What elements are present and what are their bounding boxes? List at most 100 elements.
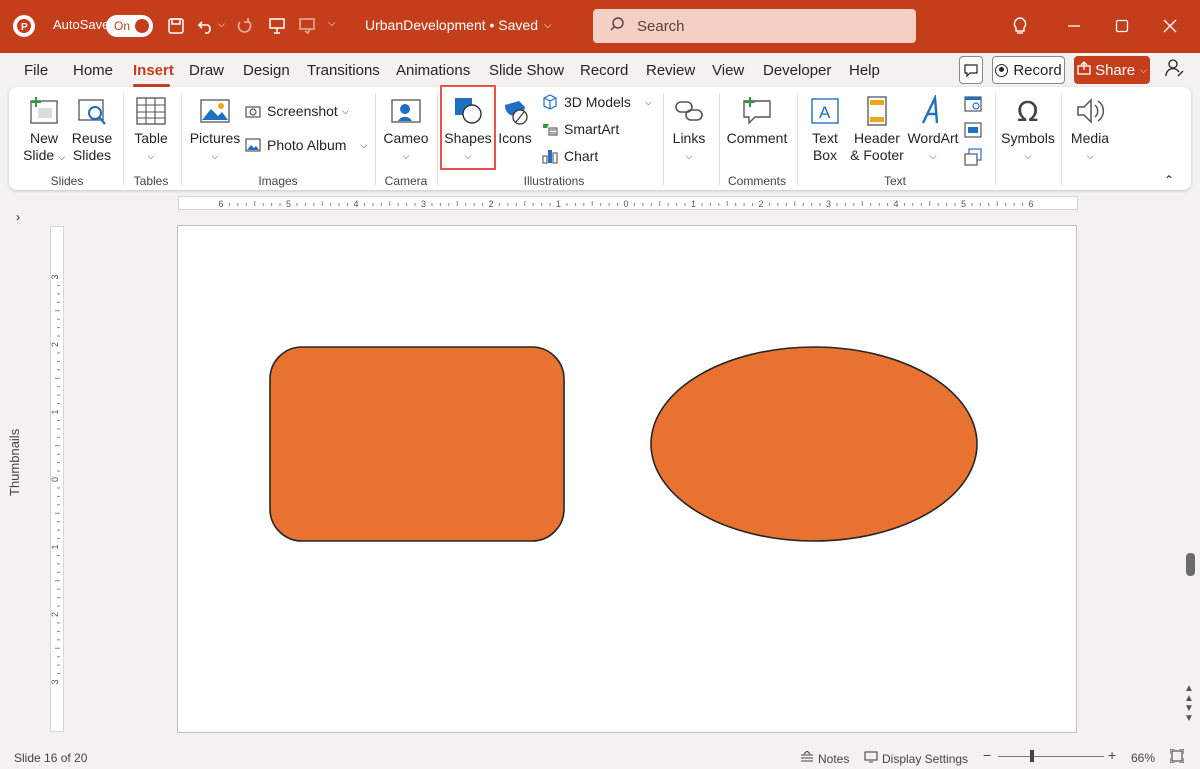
new-slide-button[interactable]: New Slide ⌵ [21, 95, 67, 166]
ruler-label: 2 [51, 612, 60, 617]
previous-slide-icon[interactable]: ▲ ▲ [1184, 684, 1194, 704]
tab-draw[interactable]: Draw [189, 62, 224, 79]
collapse-ribbon-icon[interactable]: ⌃ [1164, 173, 1174, 187]
present-from-current-icon[interactable] [296, 15, 318, 37]
svg-text:A: A [819, 103, 831, 122]
slide-number-icon[interactable] [964, 121, 982, 142]
display-settings-button[interactable]: Display Settings [864, 751, 968, 766]
tab-animations[interactable]: Animations [396, 62, 470, 79]
chevron-down-icon: ⌵ [360, 139, 368, 150]
zoom-out-icon[interactable]: − [983, 747, 991, 763]
ruler-label: 1 [556, 199, 561, 209]
notes-button[interactable]: Notes [800, 750, 849, 766]
pictures-label: Pictures [189, 130, 241, 146]
table-button[interactable]: Table ⌵ [131, 95, 171, 165]
present-from-beginning-icon[interactable] [266, 15, 288, 37]
chart-button[interactable]: Chart [542, 148, 598, 164]
group-label-images: Images [258, 174, 298, 188]
record-button[interactable]: Record [992, 56, 1065, 84]
vertical-ruler-ticks: 3 2 1 0 1 2 3 [50, 274, 60, 685]
chevron-down-icon: ⌵ [544, 19, 552, 31]
chevron-down-icon: ⌵ [644, 96, 652, 107]
tab-record[interactable]: Record [580, 62, 628, 79]
zoom-slider-thumb[interactable] [1030, 750, 1034, 762]
maximize-icon[interactable] [1112, 16, 1132, 36]
group-divider [719, 93, 720, 185]
chevron-down-icon: ⌵ [929, 151, 937, 161]
media-button[interactable]: Media ⌵ [1067, 95, 1113, 165]
slide-canvas[interactable] [177, 225, 1077, 733]
minimize-icon[interactable] [1064, 16, 1084, 36]
reuse-slides-button[interactable]: Reuse Slides [69, 95, 115, 164]
tab-help[interactable]: Help [849, 62, 880, 79]
horizontal-ruler-ticks: 6 5 4 3 2 1 0 1 2 3 4 5 6 [218, 199, 1033, 209]
tab-review[interactable]: Review [646, 62, 695, 79]
tab-home[interactable]: Home [73, 62, 113, 79]
speaker-icon [1077, 98, 1105, 124]
links-button[interactable]: Links ⌵ [669, 95, 709, 165]
reuse-slides-label-2: Slides [72, 147, 112, 163]
zoom-slider-track[interactable] [998, 756, 1104, 757]
search-box[interactable]: Search [593, 9, 916, 43]
group-divider [123, 93, 124, 185]
save-icon[interactable] [166, 15, 186, 37]
header-footer-label-1: Header [854, 130, 900, 146]
redo-icon[interactable] [233, 15, 255, 37]
expand-thumbnails-icon[interactable]: › [16, 210, 20, 224]
tab-view[interactable]: View [712, 62, 744, 79]
object-icon[interactable] [964, 148, 982, 169]
zoom-level[interactable]: 66% [1131, 751, 1155, 765]
3d-models-button[interactable]: 3D Models ⌵ [542, 94, 652, 110]
date-time-icon[interactable] [964, 94, 982, 115]
fit-to-window-icon[interactable] [1170, 749, 1184, 763]
oval-shape[interactable] [650, 346, 978, 542]
photo-album-button[interactable]: Photo Album ⌵ [245, 137, 367, 153]
autosave-label: AutoSave [53, 17, 110, 32]
header-footer-button[interactable]: Header & Footer [849, 95, 905, 164]
rounded-rectangle-shape[interactable] [269, 346, 565, 542]
vertical-scrollbar-thumb[interactable] [1186, 553, 1195, 576]
screenshot-button[interactable]: Screenshot ⌵ [245, 103, 349, 119]
zoom-in-icon[interactable]: + [1108, 747, 1116, 763]
lightbulb-icon[interactable] [1010, 15, 1030, 37]
symbols-button[interactable]: Ω Symbols ⌵ [1001, 95, 1055, 165]
smartart-button[interactable]: SmartArt [542, 121, 619, 137]
ruler-label: 2 [51, 342, 60, 347]
table-icon [136, 97, 166, 125]
tab-developer[interactable]: Developer [763, 62, 831, 79]
undo-dropdown-icon[interactable]: ⌵ [218, 19, 225, 30]
tab-file[interactable]: File [24, 62, 48, 79]
tab-transitions[interactable]: Transitions [307, 62, 380, 79]
slide-counter: Slide 16 of 20 [14, 751, 88, 765]
horizontal-ruler: 6 5 4 3 2 1 0 1 2 3 4 5 6 [178, 196, 1078, 210]
thumbnails-pane-collapsed[interactable]: › Thumbnails [0, 196, 44, 742]
wordart-button[interactable]: WordArt ⌵ [907, 95, 959, 165]
tab-design[interactable]: Design [243, 62, 290, 79]
status-bar: Slide 16 of 20 Notes Display Settings − … [0, 744, 1200, 769]
svg-text:P: P [21, 22, 28, 33]
autosave-toggle[interactable]: On [106, 15, 153, 37]
comments-button[interactable] [959, 56, 983, 84]
tab-insert[interactable]: Insert [133, 62, 174, 79]
share-label: Share [1095, 61, 1136, 79]
group-label-comments: Comments [727, 174, 786, 188]
display-settings-label: Display Settings [882, 751, 969, 766]
share-icon [1077, 61, 1091, 79]
chevron-down-icon: ⌵ [211, 151, 219, 161]
undo-icon[interactable] [195, 15, 217, 37]
close-icon[interactable] [1160, 16, 1180, 36]
new-slide-icon [30, 97, 58, 124]
comment-button[interactable]: Comment [725, 95, 789, 147]
cameo-button[interactable]: Cameo ⌵ [383, 95, 429, 165]
share-button[interactable]: Share ⌵ [1074, 56, 1150, 84]
pictures-button[interactable]: Pictures ⌵ [189, 95, 241, 165]
document-title[interactable]: UrbanDevelopment • Saved ⌵ [365, 17, 552, 33]
tab-slide-show[interactable]: Slide Show [489, 62, 564, 79]
icons-button[interactable]: Icons [495, 95, 535, 147]
text-box-button[interactable]: A Text Box [805, 95, 845, 164]
coauthor-icon[interactable] [1165, 58, 1185, 80]
next-slide-icon[interactable]: ▼ ▼ [1184, 704, 1194, 724]
ruler-label: 3 [51, 274, 60, 279]
header-footer-icon [867, 96, 887, 126]
customize-toolbar-icon[interactable]: ⌵ [328, 18, 336, 29]
